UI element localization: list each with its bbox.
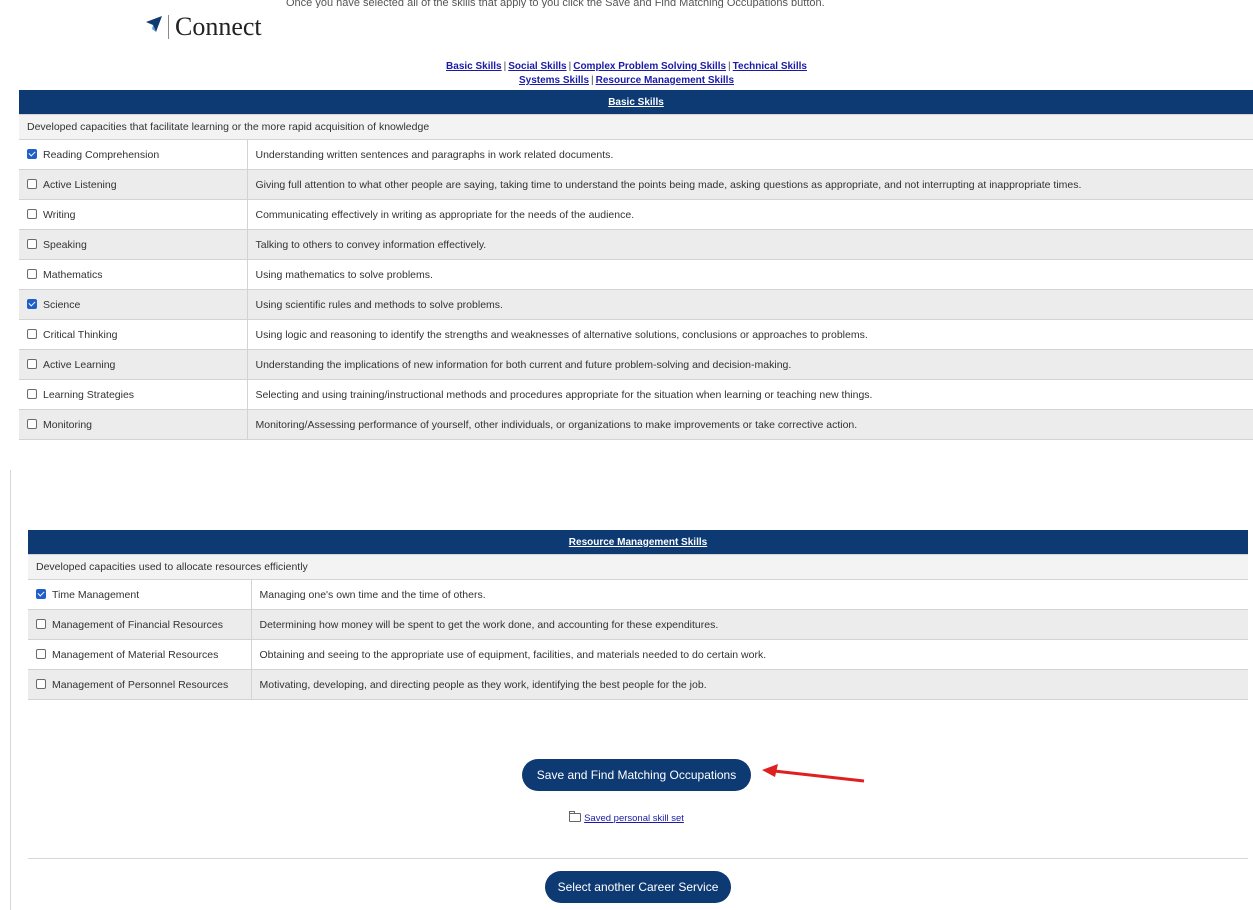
skill-description: Talking to others to convey information … (247, 229, 1253, 260)
skill-name[interactable]: Management of Material Resources (52, 649, 218, 661)
table-description: Developed capacities used to allocate re… (28, 554, 1248, 580)
skill-cell-speaking[interactable]: Speaking (19, 229, 248, 260)
table-row: Active Learning Understanding the implica… (19, 349, 1253, 380)
skill-description: Determining how money will be spent to g… (251, 609, 1248, 640)
checkbox-active-learning[interactable] (27, 358, 37, 369)
skill-cell-reading-comprehension[interactable]: Reading Comprehension (19, 139, 248, 170)
table-header: Resource Management Skills (28, 530, 1248, 555)
skill-name[interactable]: Learning Strategies (43, 389, 134, 401)
logo-mark-icon (146, 16, 162, 32)
select-another-career-service-button[interactable]: Select another Career Service (545, 871, 731, 903)
skill-cell-active-listening[interactable]: Active Listening (19, 169, 248, 200)
skill-nav-row-2: Systems Skills | Resource Management Skill… (518, 75, 735, 86)
divider (28, 858, 1248, 859)
skill-name[interactable]: Science (43, 299, 80, 311)
nav-link-social-skills[interactable]: Social Skills (508, 61, 566, 72)
skill-description: Managing one's own time and the time of … (251, 579, 1248, 610)
checkbox-learning-strategies[interactable] (27, 388, 37, 399)
logo-divider (168, 15, 169, 39)
table-header: Basic Skills (19, 90, 1253, 115)
checkbox-science[interactable] (27, 298, 37, 309)
skill-description: Monitoring/Assessing performance of your… (247, 409, 1253, 440)
checkbox-monitoring[interactable] (27, 418, 37, 429)
skill-name[interactable]: Management of Financial Resources (52, 619, 223, 631)
nav-link-resource-management[interactable]: Resource Management Skills (596, 75, 734, 86)
skill-cell-mathematics[interactable]: Mathematics (19, 259, 248, 290)
skill-name[interactable]: Speaking (43, 239, 87, 251)
red-arrow-annotation (762, 764, 865, 783)
skill-description: Obtaining and seeing to the appropriate … (251, 639, 1248, 670)
table-row: Writing Communicating effectively in writ… (19, 199, 1253, 230)
skill-description: Using scientific rules and methods to so… (247, 289, 1253, 320)
skill-cell-science[interactable]: Science (19, 289, 248, 320)
table-row: Management of Financial Resources Determi… (28, 609, 1248, 640)
nav-link-technical-skills[interactable]: Technical Skills (733, 61, 807, 72)
skill-name[interactable]: Reading Comprehension (43, 149, 159, 161)
checkbox-writing[interactable] (27, 208, 37, 219)
resource-management-table: Resource Management Skills Developed cap… (28, 530, 1248, 700)
table-row: Active Listening Giving full attention to… (19, 169, 1253, 200)
skill-cell-monitoring[interactable]: Monitoring (19, 409, 248, 440)
skill-name[interactable]: Time Management (52, 589, 139, 601)
nav-link-complex-problem-solving[interactable]: Complex Problem Solving Skills (573, 61, 726, 72)
skill-name[interactable]: Management of Personnel Resources (52, 679, 228, 691)
skill-description: Understanding written sentences and para… (247, 139, 1253, 170)
skill-name[interactable]: Writing (43, 209, 75, 221)
skill-cell-management-of-personnel-resources[interactable]: Management of Personnel Resources (28, 669, 252, 700)
table-row: Learning Strategies Selecting and using t… (19, 379, 1253, 410)
table-row: Management of Material Resources Obtainin… (28, 639, 1248, 670)
skill-name[interactable]: Monitoring (43, 419, 92, 431)
skill-cell-critical-thinking[interactable]: Critical Thinking (19, 319, 248, 350)
saved-skill-set-row: Saved personal skill set (0, 811, 1253, 824)
checkbox-mathematics[interactable] (27, 268, 37, 279)
brand-name: Connect (175, 12, 262, 41)
checkbox-active-listening[interactable] (27, 178, 37, 189)
checkbox-speaking[interactable] (27, 238, 37, 249)
basic-skills-table: Basic Skills Developed capacities that f… (19, 90, 1253, 440)
checkbox-management-of-material-resources[interactable] (36, 648, 46, 659)
site-logo[interactable]: Connect (146, 12, 262, 42)
skill-cell-active-learning[interactable]: Active Learning (19, 349, 248, 380)
table-row: Critical Thinking Using logic and reasoni… (19, 319, 1253, 350)
checkbox-management-of-personnel-resources[interactable] (36, 678, 46, 689)
skill-nav-row-1: Basic Skills | Social Skills | Complex Probl… (446, 61, 807, 72)
skill-description: Giving full attention to what other peop… (247, 169, 1253, 200)
skill-description: Selecting and using training/instruction… (247, 379, 1253, 410)
table-description: Developed capacities that facilitate lea… (19, 114, 1253, 140)
nav-link-systems-skills[interactable]: Systems Skills (519, 75, 589, 86)
save-find-matching-button[interactable]: Save and Find Matching Occupations (522, 759, 751, 791)
checkbox-time-management[interactable] (36, 588, 46, 599)
skill-cell-management-of-financial-resources[interactable]: Management of Financial Resources (28, 609, 252, 640)
skill-cell-writing[interactable]: Writing (19, 199, 248, 230)
table-row: Time Management Managing one's own time a… (28, 579, 1248, 610)
checkbox-management-of-financial-resources[interactable] (36, 618, 46, 629)
table-row: Speaking Talking to others to convey info… (19, 229, 1253, 260)
table-row: Management of Personnel Resources Motivat… (28, 669, 1248, 700)
skill-description: Understanding the implications of new in… (247, 349, 1253, 380)
table-row: Science Using scientific rules and method… (19, 289, 1253, 320)
left-border-line (10, 470, 11, 910)
checkbox-critical-thinking[interactable] (27, 328, 37, 339)
intro-text: Once you have selected all of the skills… (286, 0, 825, 8)
folder-icon (569, 811, 582, 822)
checkbox-reading-comprehension[interactable] (27, 148, 37, 159)
skill-cell-management-of-material-resources[interactable]: Management of Material Resources (28, 639, 252, 670)
skill-name[interactable]: Critical Thinking (43, 329, 118, 341)
saved-skill-set-link[interactable]: Saved personal skill set (584, 813, 684, 824)
skill-cell-learning-strategies[interactable]: Learning Strategies (19, 379, 248, 410)
skill-name[interactable]: Active Listening (43, 179, 117, 191)
table-row: Mathematics Using mathematics to solve pr… (19, 259, 1253, 290)
skill-cell-time-management[interactable]: Time Management (28, 579, 252, 610)
table-row: Reading Comprehension Understanding writt… (19, 139, 1253, 170)
skill-description: Using logic and reasoning to identify th… (247, 319, 1253, 350)
skill-description: Motivating, developing, and directing pe… (251, 669, 1248, 700)
skill-description: Communicating effectively in writing as … (247, 199, 1253, 230)
skill-description: Using mathematics to solve problems. (247, 259, 1253, 290)
skill-name[interactable]: Active Learning (43, 359, 115, 371)
skill-name[interactable]: Mathematics (43, 269, 103, 281)
table-row: Monitoring Monitoring/Assessing performan… (19, 409, 1253, 440)
nav-link-basic-skills[interactable]: Basic Skills (446, 61, 502, 72)
